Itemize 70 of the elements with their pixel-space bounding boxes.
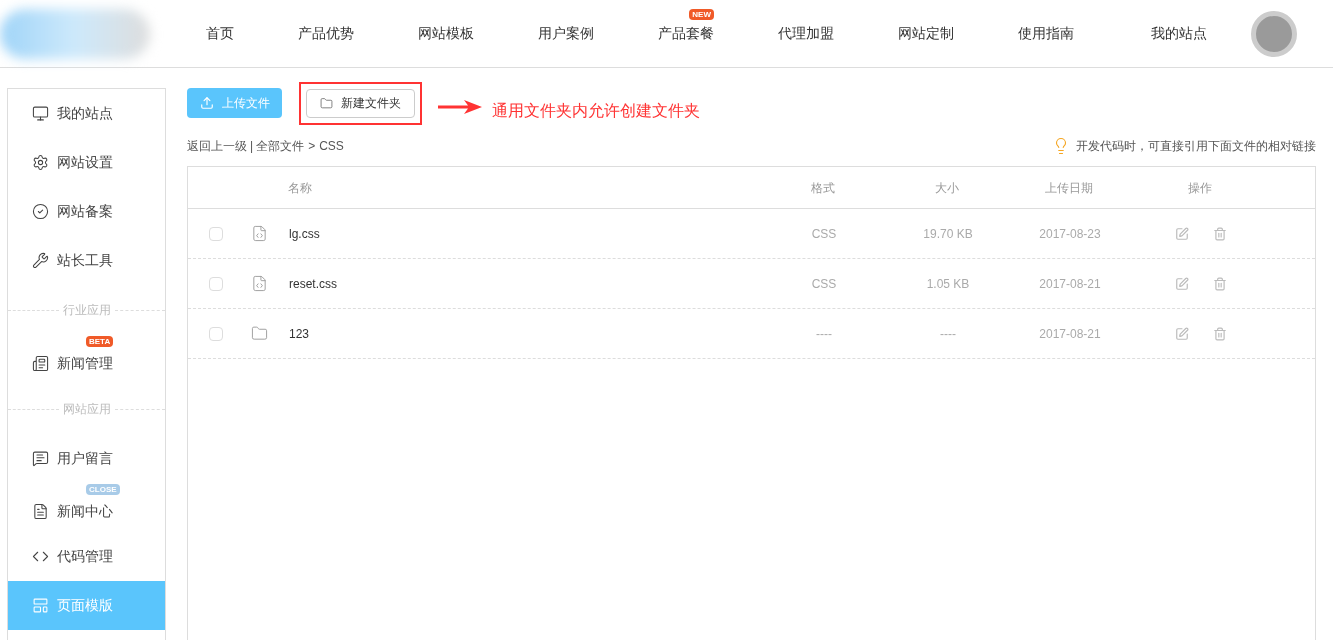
edit-icon[interactable]	[1175, 276, 1189, 291]
back-link[interactable]: 返回上一级	[187, 137, 247, 155]
breadcrumb-current: CSS	[319, 138, 344, 155]
trash-icon[interactable]	[1213, 326, 1227, 341]
nav-link[interactable]: 用户案例	[522, 15, 610, 52]
document-icon	[32, 502, 49, 520]
chat-icon	[32, 450, 49, 467]
nav-badge: NEW	[689, 9, 714, 20]
annotation-text: 通用文件夹内允许创建文件夹	[492, 101, 700, 121]
sidebar-item[interactable]: 代码管理	[8, 532, 165, 581]
hint-text: 开发代码时，可直接引用下面文件的相对链接	[1076, 138, 1316, 155]
table-cell-text: 19.70 KB	[922, 225, 974, 243]
file-icon	[251, 225, 268, 242]
edit-icon[interactable]	[1175, 226, 1189, 241]
table-cell-text: ----	[939, 325, 957, 343]
trash-icon[interactable]	[1213, 276, 1227, 291]
table-cell-text: CSS	[810, 275, 838, 293]
section-label: 行业应用	[61, 302, 112, 319]
new-folder-button[interactable]: 新建文件夹	[306, 88, 415, 118]
newspaper-icon	[32, 354, 49, 372]
row-checkbox[interactable]	[209, 326, 223, 341]
sidebar-item[interactable]: 我的站点	[8, 89, 165, 138]
badge: BETA	[86, 336, 114, 347]
sidebar-item[interactable]: 站长工具	[8, 236, 165, 285]
section-label: 网站应用	[61, 401, 112, 418]
nav-link[interactable]: 网站定制	[882, 15, 970, 52]
breadcrumb-arrow: >	[308, 138, 316, 155]
column-header: 操作	[1187, 179, 1213, 197]
sidebar-item[interactable]: 网站设置	[8, 138, 165, 187]
row-checkbox[interactable]	[209, 226, 223, 241]
table-cell-text: 2017-08-21	[1038, 275, 1102, 293]
nav-link[interactable]: 代理加盟	[762, 15, 850, 52]
column-header: 上传日期	[1044, 179, 1094, 197]
sidebar-item[interactable]: 新闻管理	[8, 348, 165, 384]
breadcrumb-link[interactable]: 全部文件	[256, 137, 305, 155]
table-cell-text: 2017-08-21	[1038, 325, 1102, 343]
table-cell-text: 1.05 KB	[925, 275, 971, 293]
row-checkbox[interactable]	[209, 276, 223, 291]
check-circle-icon	[32, 203, 49, 220]
file-icon	[251, 275, 268, 292]
separator: |	[250, 138, 254, 155]
upload-icon	[199, 96, 214, 110]
file-name[interactable]: reset.css	[289, 274, 769, 293]
template-icon	[32, 597, 49, 614]
column-header: 格式	[810, 179, 836, 197]
arrow-icon	[438, 98, 482, 116]
nav-link[interactable]: 产品优势	[282, 15, 370, 52]
sidebar-item[interactable]: 网站备案	[8, 187, 165, 236]
file-name[interactable]: 123	[289, 324, 769, 343]
sidebar-item[interactable]: 新闻中心	[8, 496, 165, 532]
settings-icon	[32, 154, 49, 171]
badge: CLOSE	[86, 484, 120, 495]
column-header: 名称	[288, 179, 313, 197]
monitor-icon	[32, 105, 49, 122]
wrench-icon	[32, 252, 49, 269]
folder-icon	[320, 96, 333, 110]
table-cell-text: ----	[815, 325, 833, 343]
nav-link[interactable]: 首页	[190, 15, 250, 52]
edit-icon[interactable]	[1175, 326, 1189, 341]
folder-icon	[251, 325, 268, 342]
trash-icon[interactable]	[1213, 226, 1227, 241]
column-header: 大小	[934, 179, 960, 197]
avatar[interactable]	[1251, 10, 1297, 57]
table-cell-text: CSS	[810, 225, 838, 243]
sidebar-item[interactable]: 用户留言	[8, 434, 165, 483]
nav-link[interactable]: 使用指南	[1002, 15, 1090, 52]
file-name[interactable]: lg.css	[289, 224, 769, 243]
table-cell-text: 2017-08-23	[1038, 225, 1102, 243]
nav-link[interactable]: 我的站点	[1151, 23, 1207, 44]
nav-link[interactable]: 网站模板	[402, 15, 490, 52]
